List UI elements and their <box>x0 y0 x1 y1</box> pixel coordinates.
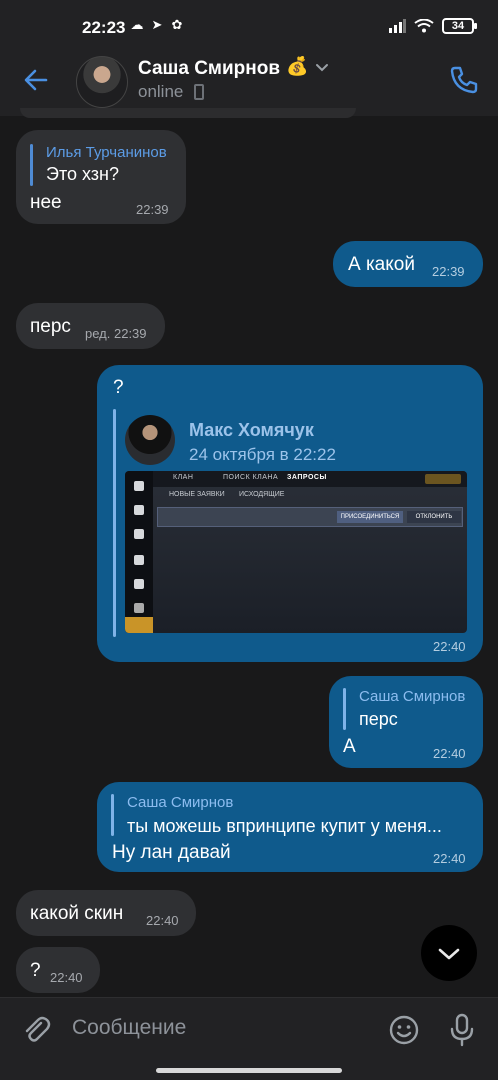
wifi-icon <box>414 19 434 33</box>
message-bubble-incoming[interactable]: какой скин 22:40 <box>16 890 196 936</box>
message-time: ред. 22:39 <box>85 326 147 341</box>
scroll-down-button[interactable] <box>421 925 477 981</box>
message-time: 22:39 <box>432 264 465 279</box>
reply-text: ты можешь впринципе купит у меня... <box>127 816 442 836</box>
message-text: ? <box>30 960 41 981</box>
message-time: 22:40 <box>50 970 83 985</box>
reply-author: Илья Турчанинов <box>46 144 167 161</box>
game-sidebar <box>125 471 153 633</box>
money-bag-emoji: 💰 <box>286 56 309 76</box>
message-bubble-outgoing[interactable]: Саша Смирнов ты можешь впринципе купит у… <box>97 782 483 872</box>
forwarded-date: 24 октября в 22:22 <box>189 445 336 464</box>
message-bubble-incoming[interactable]: ? 22:40 <box>16 947 100 993</box>
emoji-icon[interactable] <box>388 1014 420 1046</box>
message-text: перс <box>30 316 71 337</box>
home-indicator[interactable] <box>156 1068 342 1073</box>
chat-header: Саша Смирнов 💰 online <box>0 52 498 116</box>
contact-name[interactable]: Саша Смирнов <box>138 58 280 80</box>
back-arrow-icon[interactable] <box>22 66 50 94</box>
game-subtab: ИСХОДЯЩИЕ <box>239 491 285 498</box>
previous-message-edge <box>20 108 356 118</box>
reply-quote-bar <box>343 688 346 730</box>
message-time: 22:40 <box>433 746 466 761</box>
message-bubble-incoming[interactable]: перс ред. 22:39 <box>16 303 165 349</box>
phone-icon[interactable] <box>448 64 480 96</box>
game-tab: ПОИСК КЛАНА <box>223 474 279 481</box>
message-text: ? <box>113 377 124 398</box>
message-text: Ну лан давай <box>112 842 231 863</box>
scroll-down-icon <box>438 948 460 960</box>
game-currency <box>425 474 461 484</box>
game-tabs: КЛАН ПОИСК КЛАНА ЗАПРОСЫ <box>153 471 467 487</box>
message-bubble-outgoing-forwarded[interactable]: ? Макс Хомячук 24 октября в 22:22 КЛАН П… <box>97 365 483 662</box>
message-time: 22:40 <box>433 851 466 866</box>
message-time: 22:40 <box>146 913 179 928</box>
telegram-icon: ➤ <box>151 17 163 32</box>
status-bar: 22:23 ☁ ➤ ✿ 34 <box>0 0 498 52</box>
message-time: 22:40 <box>433 639 466 654</box>
message-text: какой скин <box>30 903 124 924</box>
message-bubble-outgoing[interactable]: Саша Смирнов перс А 22:40 <box>329 676 483 768</box>
signal-icon <box>389 19 406 33</box>
reply-author: Саша Смирнов <box>127 794 234 811</box>
contact-status: online <box>138 82 184 101</box>
cloud-icon: ☁ <box>130 17 144 32</box>
reply-text: перс <box>359 709 398 729</box>
message-text: А <box>343 736 356 757</box>
battery-icon: 34 <box>442 18 477 34</box>
contact-avatar[interactable] <box>76 56 128 108</box>
game-join-button: ПРИСОЕДИНИТЬСЯ <box>337 511 403 523</box>
forwarded-author-avatar[interactable] <box>125 415 175 465</box>
reply-text: Это хзн? <box>46 164 119 184</box>
notification-icons: ☁ ➤ ✿ <box>130 18 184 32</box>
game-tab: КЛАН <box>173 474 194 481</box>
message-time: 22:39 <box>136 202 169 217</box>
game-decline-button: ОТКЛОНИТЬ <box>407 511 461 523</box>
forwarded-screenshot[interactable]: КЛАН ПОИСК КЛАНА ЗАПРОСЫ НОВЫЕ ЗАЯВКИ ИС… <box>125 471 467 633</box>
app-icon: ✿ <box>171 17 183 32</box>
message-bubble-outgoing[interactable]: А какой 22:39 <box>333 241 483 287</box>
message-composer: Сообщение <box>0 997 498 1080</box>
reply-quote-bar <box>111 794 114 836</box>
paperclip-icon[interactable] <box>20 1014 52 1046</box>
status-time: 22:23 <box>82 18 126 37</box>
forwarded-author-name[interactable]: Макс Хомячук <box>189 420 314 441</box>
message-input[interactable]: Сообщение <box>72 1016 186 1040</box>
message-bubble-incoming[interactable]: Илья Турчанинов Это хзн? нее 22:39 <box>16 130 186 224</box>
game-tab-active: ЗАПРОСЫ <box>287 474 327 481</box>
mobile-device-icon <box>194 84 204 100</box>
reply-quote-bar <box>30 144 33 186</box>
mail-icon <box>125 617 153 633</box>
reply-author: Саша Смирнов <box>359 688 466 705</box>
chevron-down-icon[interactable] <box>314 60 330 76</box>
message-text: А какой <box>348 254 415 275</box>
microphone-icon[interactable] <box>446 1012 478 1048</box>
message-text: нее <box>30 192 62 213</box>
forward-quote-bar <box>113 409 116 637</box>
system-icons: 34 <box>388 18 477 34</box>
game-subtab: НОВЫЕ ЗАЯВКИ <box>169 491 225 498</box>
